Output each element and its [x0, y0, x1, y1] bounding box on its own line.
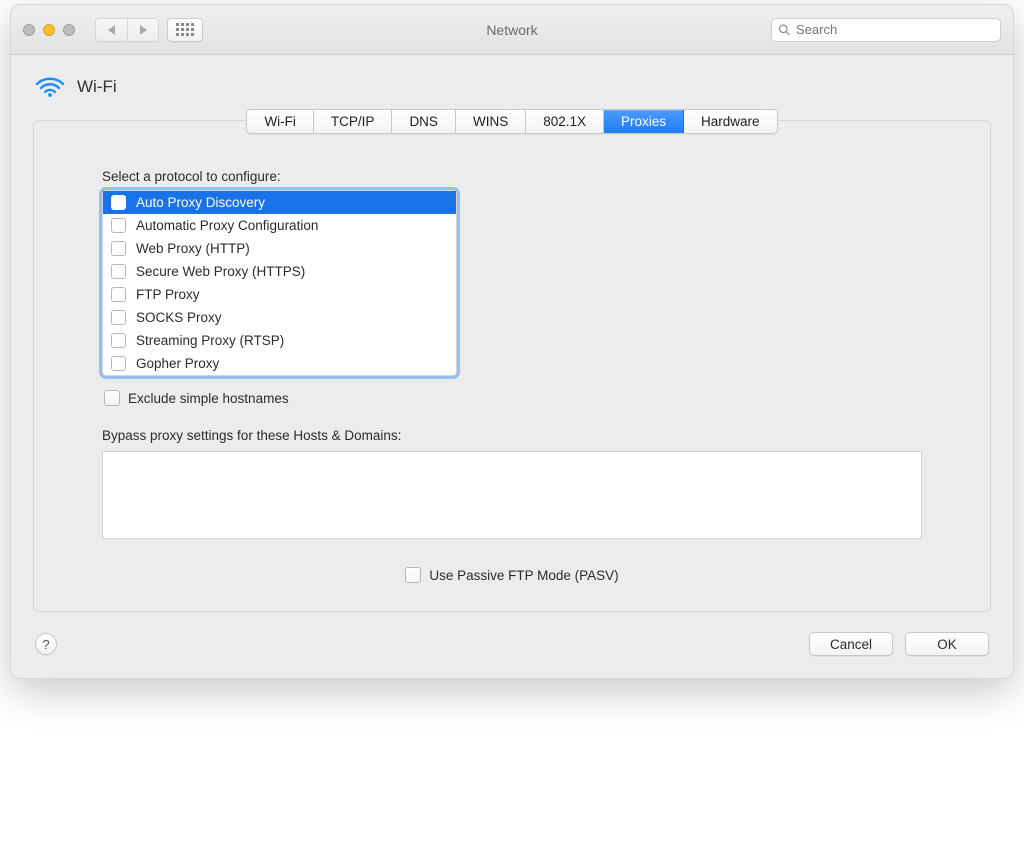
footer-buttons: Cancel OK	[809, 632, 989, 656]
ok-button[interactable]: OK	[905, 632, 989, 656]
protocol-row-ftp[interactable]: FTP Proxy	[103, 283, 456, 306]
search-field[interactable]	[771, 18, 1001, 42]
search-input[interactable]	[794, 21, 994, 38]
show-all-button[interactable]	[167, 18, 203, 42]
proxies-panel: Select a protocol to configure: Auto Pro…	[33, 120, 991, 612]
tab-wifi[interactable]: Wi-Fi	[247, 110, 313, 133]
search-icon	[778, 23, 790, 36]
protocol-checkbox[interactable]	[111, 264, 126, 279]
protocol-checkbox[interactable]	[111, 218, 126, 233]
footer: ? Cancel OK	[33, 632, 991, 660]
protocol-row-auto-discovery[interactable]: Auto Proxy Discovery	[103, 191, 456, 214]
protocol-row-https[interactable]: Secure Web Proxy (HTTPS)	[103, 260, 456, 283]
tab-dns[interactable]: DNS	[392, 110, 456, 133]
tabs: Wi-Fi TCP/IP DNS WINS 802.1X Proxies Har…	[33, 109, 991, 134]
protocol-label: Gopher Proxy	[136, 356, 219, 371]
forward-button[interactable]	[127, 18, 159, 42]
help-icon: ?	[42, 637, 49, 652]
cancel-button[interactable]: Cancel	[809, 632, 893, 656]
tab-proxies[interactable]: Proxies	[604, 110, 684, 133]
protocol-label: Streaming Proxy (RTSP)	[136, 333, 284, 348]
checkbox-label: Exclude simple hostnames	[128, 391, 289, 406]
preferences-window: Network Wi-Fi Wi-Fi TCP/IP DNS	[10, 4, 1014, 679]
protocol-label: Web Proxy (HTTP)	[136, 241, 250, 256]
protocol-row-rtsp[interactable]: Streaming Proxy (RTSP)	[103, 329, 456, 352]
protocol-label: SOCKS Proxy	[136, 310, 222, 325]
protocol-label: Secure Web Proxy (HTTPS)	[136, 264, 305, 279]
protocol-checkbox[interactable]	[111, 356, 126, 371]
protocol-row-gopher[interactable]: Gopher Proxy	[103, 352, 456, 375]
protocol-section-label: Select a protocol to configure:	[102, 169, 922, 184]
protocol-label: Auto Proxy Discovery	[136, 195, 265, 210]
chevron-left-icon	[108, 25, 115, 35]
protocol-label: FTP Proxy	[136, 287, 200, 302]
exclude-simple-hostnames-checkbox[interactable]: Exclude simple hostnames	[104, 390, 922, 406]
nav-back-forward	[95, 18, 159, 42]
help-button[interactable]: ?	[35, 633, 57, 655]
protocol-list[interactable]: Auto Proxy Discovery Automatic Proxy Con…	[102, 190, 457, 376]
tab-bar: Wi-Fi TCP/IP DNS WINS 802.1X Proxies Har…	[246, 109, 777, 134]
tab-wins[interactable]: WINS	[456, 110, 526, 133]
protocol-checkbox[interactable]	[111, 287, 126, 302]
titlebar: Network	[11, 5, 1013, 55]
tab-tcpip[interactable]: TCP/IP	[314, 110, 393, 133]
back-button[interactable]	[95, 18, 127, 42]
minimize-window-button[interactable]	[43, 24, 55, 36]
protocol-checkbox[interactable]	[111, 333, 126, 348]
protocol-checkbox[interactable]	[111, 195, 126, 210]
bypass-textarea[interactable]	[102, 451, 922, 539]
protocol-row-socks[interactable]: SOCKS Proxy	[103, 306, 456, 329]
protocol-label: Automatic Proxy Configuration	[136, 218, 318, 233]
checkbox-label: Use Passive FTP Mode (PASV)	[429, 568, 618, 583]
bypass-label: Bypass proxy settings for these Hosts & …	[102, 428, 922, 443]
window-controls	[23, 24, 75, 36]
wifi-icon	[35, 75, 65, 99]
protocol-row-auto-config[interactable]: Automatic Proxy Configuration	[103, 214, 456, 237]
protocol-checkbox[interactable]	[111, 241, 126, 256]
protocol-checkbox[interactable]	[111, 310, 126, 325]
close-window-button[interactable]	[23, 24, 35, 36]
chevron-right-icon	[140, 25, 147, 35]
protocol-row-http[interactable]: Web Proxy (HTTP)	[103, 237, 456, 260]
content-area: Wi-Fi Wi-Fi TCP/IP DNS WINS 802.1X Proxi…	[11, 55, 1013, 678]
checkbox-box[interactable]	[405, 567, 421, 583]
tab-8021x[interactable]: 802.1X	[526, 110, 604, 133]
checkbox-box[interactable]	[104, 390, 120, 406]
passive-ftp-checkbox[interactable]: Use Passive FTP Mode (PASV)	[102, 567, 922, 583]
pane-header: Wi-Fi	[33, 69, 991, 105]
pane-title: Wi-Fi	[77, 77, 117, 97]
grid-icon	[176, 23, 194, 36]
maximize-window-button[interactable]	[63, 24, 75, 36]
tab-hardware[interactable]: Hardware	[684, 110, 777, 133]
